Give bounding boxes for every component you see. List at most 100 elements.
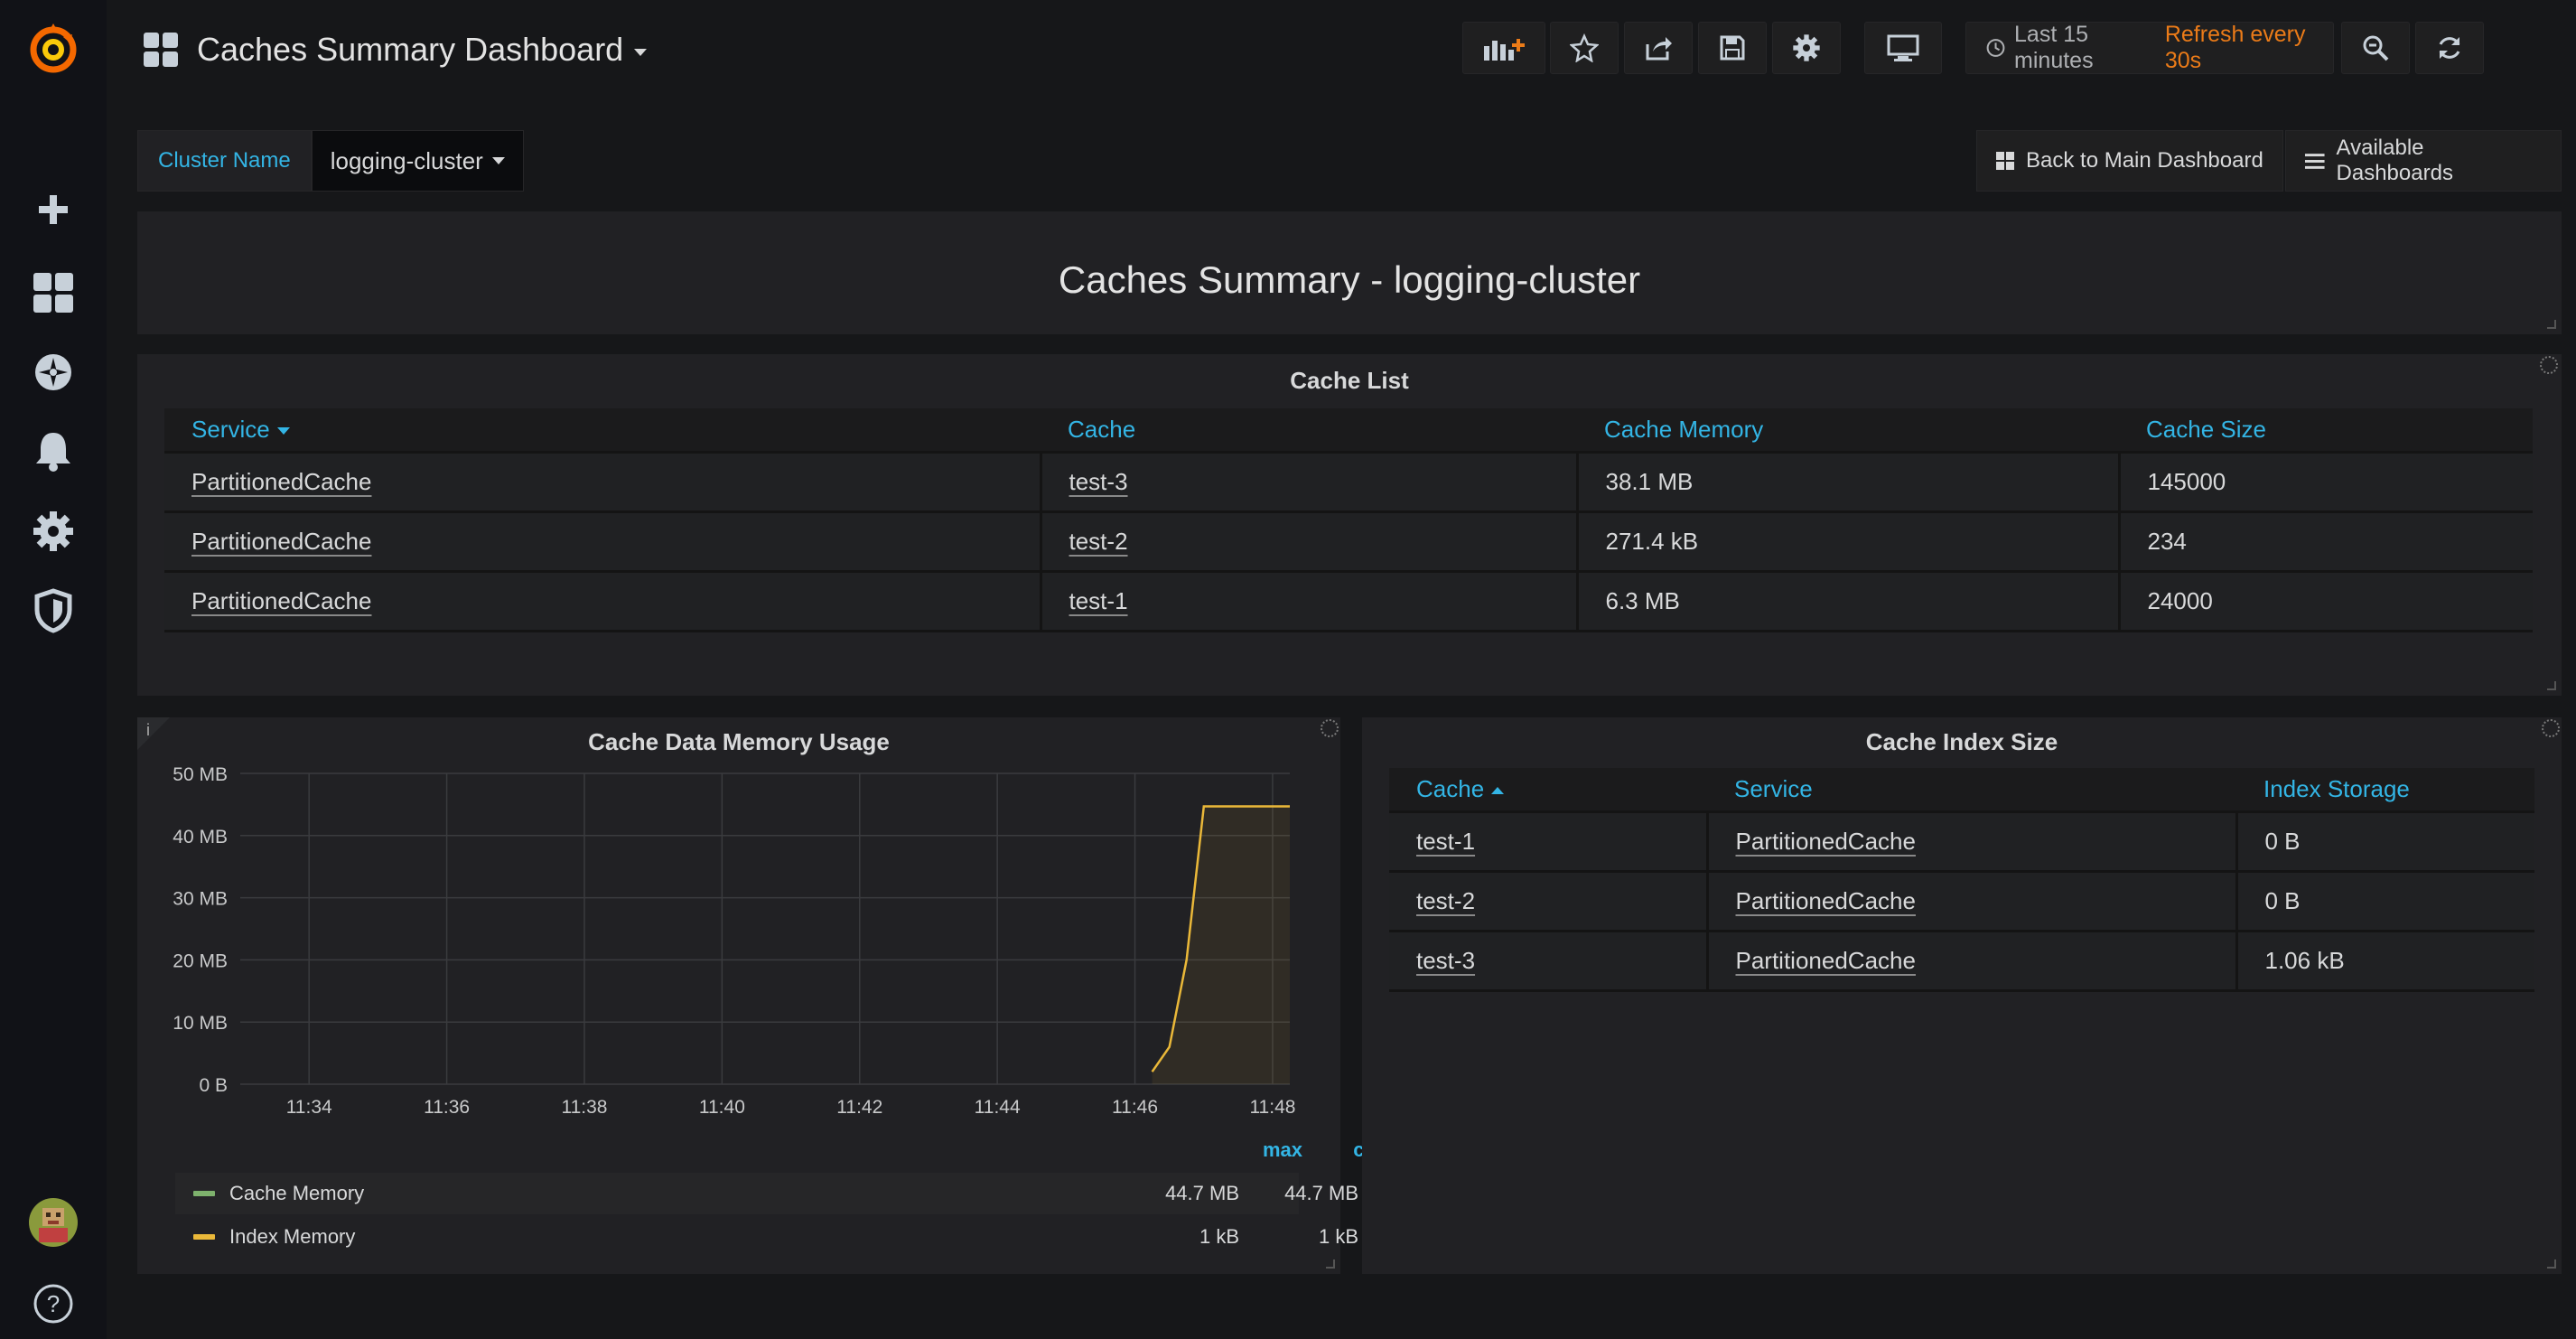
cluster-name-value: logging-cluster <box>330 146 483 174</box>
series-area-1 <box>1152 806 1290 1084</box>
loading-spinner-icon <box>1321 719 1339 737</box>
available-dashboards-dropdown[interactable]: Available Dashboards <box>2285 130 2562 192</box>
cache-index-size-title[interactable]: Cache Index Size <box>1362 728 2562 756</box>
dashboards-icon[interactable] <box>0 261 107 324</box>
cycle-view-mode-button[interactable] <box>1864 22 1942 74</box>
share-icon <box>1646 37 1672 61</box>
service-link[interactable]: PartitionedCache <box>191 468 371 495</box>
loading-spinner-icon <box>2540 356 2558 374</box>
template-variables: Cluster Name logging-cluster <box>137 130 524 192</box>
cache-cell[interactable]: test-3 <box>1389 931 1709 992</box>
x-tick-label: 11:38 <box>561 1097 607 1118</box>
column-header-service[interactable]: Service <box>164 408 1041 454</box>
panel-resize-handle[interactable] <box>2547 1259 2556 1269</box>
column-header-cache[interactable]: Cache <box>1041 408 1577 454</box>
cache-cell[interactable]: test-1 <box>1389 811 1709 873</box>
column-header-cache-memory[interactable]: Cache Memory <box>1577 408 2119 454</box>
available-dashboards-label: Available Dashboards <box>2336 136 2453 185</box>
share-button[interactable] <box>1624 22 1693 74</box>
top-navbar: Caches Summary Dashboard Last 15 minutes… <box>107 0 2576 99</box>
sort-desc-icon <box>276 426 290 435</box>
svg-text:?: ? <box>47 1290 60 1317</box>
memory-usage-chart[interactable]: 0 B 10 MB 20 MB 30 MB 40 MB 50 MB 11:34 11:36 11… <box>137 754 1340 1187</box>
save-icon <box>1720 35 1745 61</box>
sort-asc-icon <box>1491 786 1505 794</box>
save-button[interactable] <box>1698 22 1767 74</box>
column-header-cache[interactable]: Cache <box>1389 768 1707 813</box>
table-row: test-3 PartitionedCache 1.06 kB <box>1389 931 2534 992</box>
cache-list-panel: Cache List Service Cache Cache Memory Ca… <box>137 354 2562 696</box>
graph-title[interactable]: Cache Data Memory Usage <box>137 728 1340 756</box>
refresh-button[interactable] <box>2415 22 2484 74</box>
legend-series-name[interactable]: Cache Memory <box>229 1182 364 1205</box>
cache-cell[interactable]: test-2 <box>1041 511 1579 573</box>
panel-resize-handle[interactable] <box>2547 320 2556 329</box>
back-link-label: Back to Main Dashboard <box>2026 148 2263 173</box>
cache-cell[interactable]: test-2 <box>1389 871 1709 932</box>
cache-index-size-table: Cache Service Index Storage test-1 Parti… <box>1389 768 2534 992</box>
plus-icon[interactable] <box>0 178 107 241</box>
refresh-icon <box>2439 37 2460 59</box>
cache-link[interactable]: test-3 <box>1416 947 1475 974</box>
explore-compass-icon[interactable] <box>0 341 107 404</box>
time-range-label: Last 15 minutes <box>2014 22 2094 73</box>
star-button[interactable] <box>1550 22 1619 74</box>
monitor-icon <box>1887 34 1919 61</box>
service-cell[interactable]: PartitionedCache <box>1707 871 2238 932</box>
column-header-index-storage[interactable]: Index Storage <box>2236 768 2534 813</box>
service-link[interactable]: PartitionedCache <box>191 528 371 555</box>
table-row: PartitionedCache test-3 38.1 MB 145000 <box>164 452 2533 513</box>
y-tick-label: 0 B <box>199 1075 228 1096</box>
add-panel-button[interactable] <box>1462 22 1545 74</box>
service-cell[interactable]: PartitionedCache <box>164 511 1042 573</box>
back-to-main-dashboard-link[interactable]: Back to Main Dashboard <box>1976 130 2283 192</box>
legend-series-name[interactable]: Index Memory <box>229 1225 355 1249</box>
service-cell[interactable]: PartitionedCache <box>1707 931 2238 992</box>
bars-icon <box>2304 154 2325 169</box>
cache-link[interactable]: test-2 <box>1416 887 1475 914</box>
service-link[interactable]: PartitionedCache <box>1736 828 1916 855</box>
cache-cell[interactable]: test-1 <box>1041 571 1579 632</box>
cache-cell[interactable]: test-3 <box>1041 452 1579 513</box>
cache-link[interactable]: test-1 <box>1416 828 1475 855</box>
service-link[interactable]: PartitionedCache <box>1736 887 1916 914</box>
index-storage-cell: 0 B <box>2236 811 2534 873</box>
grafana-logo-icon[interactable] <box>0 16 107 80</box>
settings-button[interactable] <box>1772 22 1841 74</box>
service-cell[interactable]: PartitionedCache <box>164 452 1042 513</box>
alerting-bell-icon[interactable] <box>0 419 107 482</box>
cache-link[interactable]: test-3 <box>1069 468 1128 495</box>
x-tick-label: 11:36 <box>424 1097 470 1118</box>
legend-item-index-memory[interactable]: Index Memory 1 kB 1 kB <box>175 1216 1358 1258</box>
add-panel-icon <box>1484 39 1525 61</box>
cluster-name-select[interactable]: logging-cluster <box>311 130 524 192</box>
service-link[interactable]: PartitionedCache <box>1736 947 1916 974</box>
panel-resize-handle[interactable] <box>2547 681 2556 690</box>
server-admin-shield-icon[interactable] <box>0 579 107 642</box>
dashboard-grid-icon <box>144 33 178 67</box>
help-icon[interactable]: ? <box>0 1272 107 1335</box>
cache-list-title[interactable]: Cache List <box>137 367 2562 395</box>
y-tick-label: 20 MB <box>173 950 228 971</box>
column-header-service[interactable]: Service <box>1707 768 2236 813</box>
configuration-gear-icon[interactable] <box>0 500 107 563</box>
service-cell[interactable]: PartitionedCache <box>1707 811 2238 873</box>
panel-resize-handle[interactable] <box>1326 1259 1335 1269</box>
cache-size-cell: 145000 <box>2119 452 2533 513</box>
time-range-picker[interactable]: Last 15 minutes Refresh every 30s <box>1965 22 2334 74</box>
cache-link[interactable]: test-2 <box>1069 528 1128 555</box>
index-storage-cell: 0 B <box>2236 871 2534 932</box>
service-link[interactable]: PartitionedCache <box>191 587 371 614</box>
column-header-cache-size[interactable]: Cache Size <box>2119 408 2533 454</box>
zoom-out-button[interactable] <box>2341 22 2410 74</box>
series-color-swatch[interactable] <box>193 1191 215 1196</box>
x-tick-label: 11:48 <box>1249 1097 1295 1118</box>
legend-item-cache-memory[interactable]: Cache Memory 44.7 MB 44.7 MB <box>175 1173 1358 1214</box>
legend-current-value: 1 kB <box>1318 1225 1358 1248</box>
table-header-row: Cache Service Index Storage <box>1389 768 2534 813</box>
service-cell[interactable]: PartitionedCache <box>164 571 1042 632</box>
cache-link[interactable]: test-1 <box>1069 587 1128 614</box>
user-avatar[interactable] <box>0 1191 107 1254</box>
dashboard-picker[interactable]: Caches Summary Dashboard <box>143 27 648 72</box>
series-color-swatch[interactable] <box>193 1234 215 1240</box>
